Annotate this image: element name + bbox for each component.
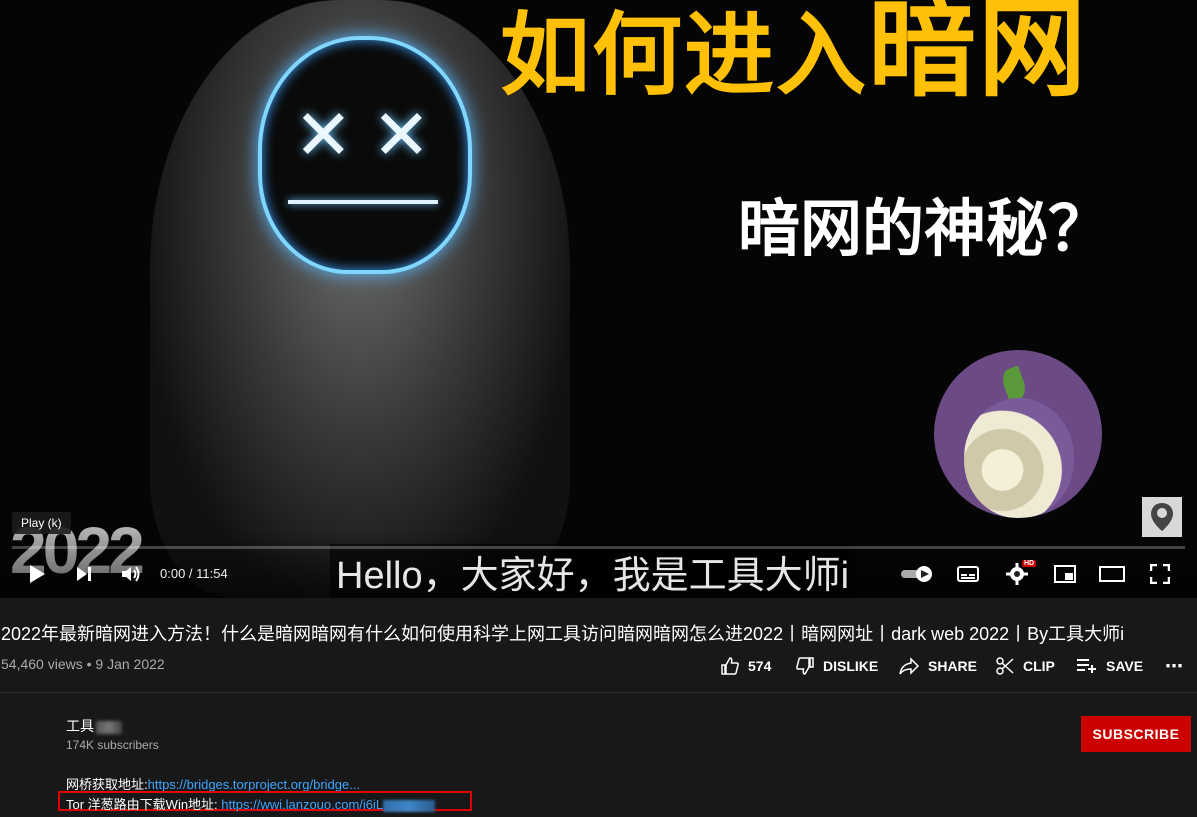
save-button[interactable]: SAVE	[1076, 655, 1143, 677]
dislike-button[interactable]: DISLIKE	[795, 655, 878, 677]
thumbnail-title-main: 如何进入	[500, 3, 868, 108]
section-divider	[0, 692, 1197, 693]
time-display: 0:00 / 11:54	[160, 566, 228, 581]
skip-next-icon	[77, 567, 91, 581]
description-line-2: Tor 洋葱路由下载Win地址: https://wwi.lanzouo.com…	[66, 794, 436, 813]
thumbnail-title: 如何进入暗网	[500, 0, 1088, 106]
redacted-name-blur	[96, 720, 122, 734]
playlist-add-icon	[1077, 659, 1096, 673]
like-count: 574	[748, 658, 772, 674]
tor-logo	[934, 350, 1102, 518]
bridge-link[interactable]: https://bridges.torproject.org/bridge...	[148, 777, 360, 792]
autoplay-toggle[interactable]	[898, 560, 936, 588]
time-total: 11:54	[196, 566, 228, 581]
save-label: SAVE	[1106, 658, 1144, 674]
channel-name-text: 工具	[66, 718, 94, 734]
miniplayer-icon	[1054, 565, 1076, 583]
scissors-icon	[996, 657, 1014, 675]
closed-caption: Hello，大家好，我是工具大师i	[330, 544, 856, 598]
play-button[interactable]	[24, 560, 50, 588]
share-icon	[899, 657, 920, 675]
time-current: 0:00	[160, 566, 186, 581]
tor-download-link[interactable]: https://wwi.lanzouo.com/i6iL	[221, 797, 383, 812]
channel-name[interactable]: 工具	[66, 716, 122, 736]
tor-download-label: Tor 洋葱路由下载Win地址:	[66, 797, 222, 812]
meta-separator: •	[82, 656, 96, 672]
clip-label: CLIP	[1023, 658, 1055, 674]
fullscreen-icon	[1150, 564, 1170, 584]
volume-button[interactable]	[118, 560, 144, 588]
tor-leaf-icon	[999, 365, 1029, 403]
subtitles-button[interactable]	[956, 560, 980, 588]
redacted-link-blur	[383, 799, 436, 812]
volume-icon	[122, 566, 140, 582]
fullscreen-button[interactable]	[1148, 560, 1172, 588]
thumbnail-title-big: 暗网	[868, 0, 1089, 112]
theater-mode-icon	[1099, 566, 1125, 582]
video-player[interactable]: ✕ ✕ 如何进入暗网 暗网的神秘？ 2022 Play (k) Hello，大家…	[0, 0, 1197, 598]
autoplay-icon	[901, 566, 932, 582]
thumbnail-subtitle: 暗网的神秘？	[738, 192, 1111, 265]
upload-date: 9 Jan 2022	[95, 656, 165, 672]
mask-eye-right: ✕	[372, 94, 431, 176]
led-mask: ✕ ✕	[258, 36, 472, 274]
share-button[interactable]: SHARE	[898, 655, 977, 677]
subscribe-button[interactable]: SUBSCRIBE	[1081, 716, 1191, 752]
time-separator: /	[185, 566, 197, 581]
clip-button[interactable]: CLIP	[995, 655, 1055, 677]
subscriber-count: 174K subscribers	[66, 738, 159, 752]
theater-mode-button[interactable]	[1098, 560, 1126, 588]
tor-onion-icon	[964, 398, 1074, 518]
next-button[interactable]	[72, 560, 96, 588]
thumbs-down-icon	[796, 657, 814, 675]
progress-bar[interactable]	[12, 546, 1185, 549]
like-button[interactable]: 574	[720, 655, 771, 677]
dislike-label: DISLIKE	[823, 658, 879, 674]
mask-eye-left: ✕	[294, 94, 353, 176]
hd-badge: HD	[1022, 560, 1037, 567]
video-title: 2022年最新暗网进入方法！什么是暗网暗网有什么如何使用科学上网工具访问暗网暗网…	[1, 624, 1125, 644]
play-icon	[30, 565, 45, 583]
more-actions-button[interactable]: ⋯	[1165, 655, 1183, 677]
miniplayer-button[interactable]	[1052, 560, 1078, 588]
thumbs-up-icon	[721, 657, 739, 675]
location-pin-icon	[1151, 503, 1173, 531]
subtitles-icon	[957, 566, 979, 582]
bridge-label: 网桥获取地址:	[66, 777, 148, 792]
video-meta: 54,460 views • 9 Jan 2022	[1, 656, 165, 672]
view-count: 54,460 views	[1, 656, 83, 672]
mask-mouth	[288, 200, 438, 204]
location-pin-button[interactable]	[1142, 497, 1182, 537]
play-tooltip: Play (k)	[12, 512, 71, 534]
share-label: SHARE	[928, 658, 978, 674]
